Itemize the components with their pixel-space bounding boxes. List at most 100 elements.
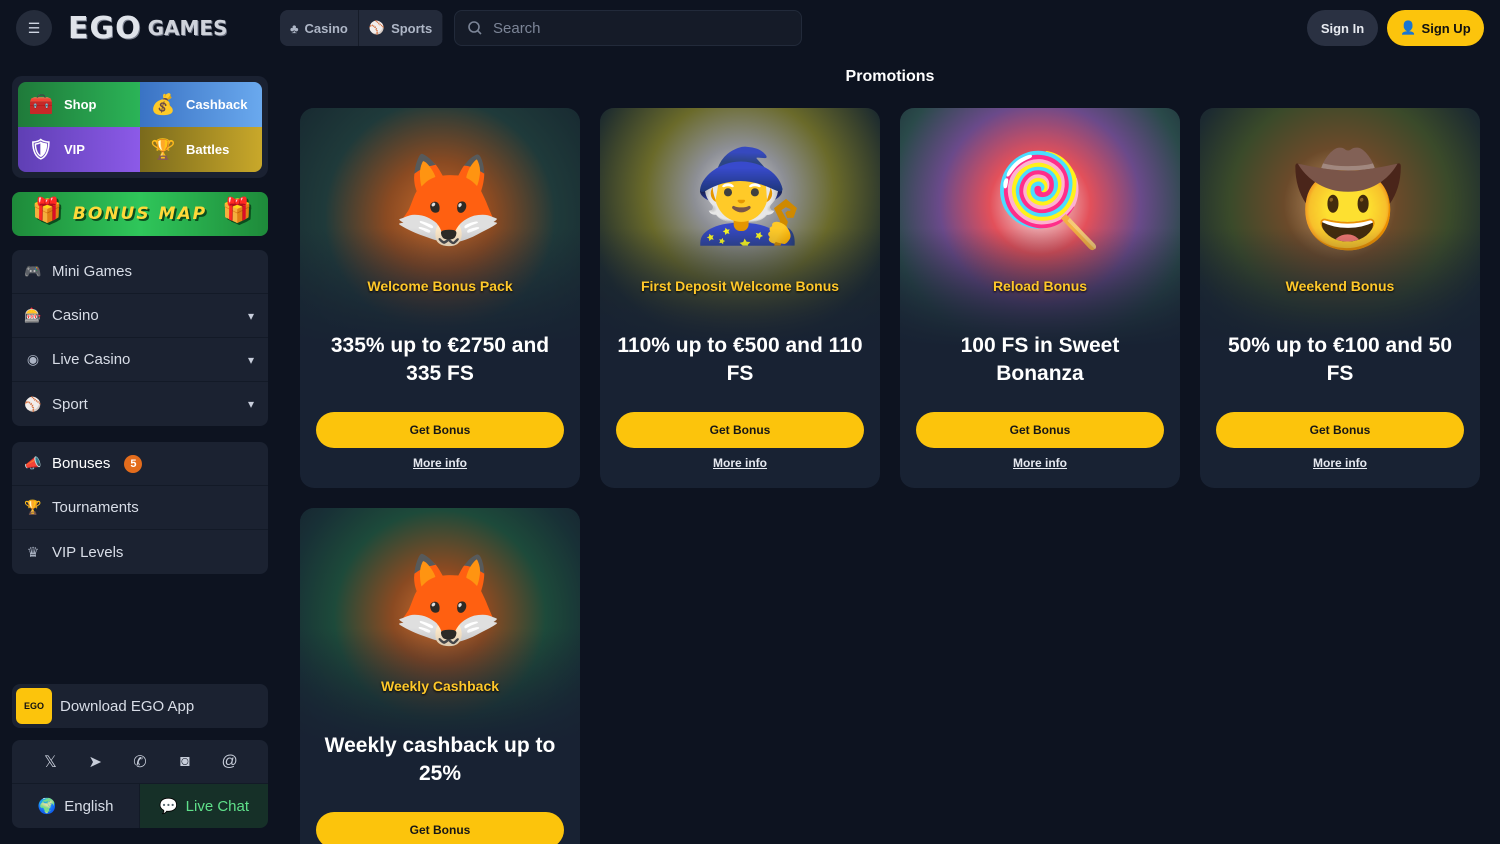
add-user-icon: 👤 (1400, 20, 1417, 35)
social-links: 𝕏 ➤ ✆ ◙ @ (12, 740, 268, 784)
instagram-icon[interactable]: ◙ (173, 753, 197, 771)
sign-in-button[interactable]: Sign In (1307, 10, 1378, 46)
bonus-map-label: BONUS MAP (72, 204, 208, 224)
quick-shop-label: Shop (64, 97, 97, 112)
quick-battles[interactable]: 🏆 Battles (140, 127, 262, 172)
logo-ego-text: EGO (68, 10, 142, 46)
get-bonus-button[interactable]: Get Bonus (1216, 412, 1464, 448)
tab-casino[interactable]: ♣ Casino (280, 10, 359, 46)
app-logo: EGO (16, 688, 52, 724)
nav-primary: 🎮 Mini Games 🎰 Casino ▾ ◉ Live Casino ▾ ⚾ Spor… (12, 250, 268, 426)
promo-category: Reload Bonus (992, 278, 1088, 294)
promo-category: Welcome Bonus Pack (367, 278, 513, 294)
promo-category: Weekly Cashback (380, 678, 500, 694)
quick-cashback[interactable]: 💰 Cashback (140, 82, 262, 127)
casino-icon: 🎰 (24, 307, 42, 323)
sidebar-item-label: Mini Games (52, 263, 133, 280)
chevron-down-icon[interactable]: ▾ (248, 353, 254, 367)
promo-headline: 100 FS in Sweet Bonanza (960, 334, 1120, 385)
whatsapp-icon[interactable]: ✆ (128, 752, 152, 772)
sidebar-item-label: Live Casino (52, 351, 131, 368)
sidebar-item-sport[interactable]: ⚾ Sport ▾ (12, 382, 268, 426)
nav-secondary: 📣 Bonuses 5 🏆 Tournaments ♛ VIP Levels (12, 442, 268, 574)
mode-tabs: ♣ Casino ⚾ Sports (280, 10, 444, 46)
sidebar-item-mini-games[interactable]: 🎮 Mini Games (12, 250, 268, 294)
gamepad-icon: 🎮 (24, 263, 42, 279)
bonuses-count-badge: 5 (124, 454, 143, 473)
promo-headline: 50% up to €100 and 50 FS (1227, 334, 1453, 385)
menu-toggle-button[interactable]: ☰ (16, 10, 52, 46)
chevron-down-icon[interactable]: ▾ (248, 397, 254, 411)
get-bonus-button[interactable]: Get Bonus (916, 412, 1164, 448)
telegram-icon[interactable]: ➤ (83, 752, 107, 772)
logo-games-text: GAMES (147, 16, 228, 40)
promo-card: 🦊 Welcome Bonus Pack 335% up to €2750 an… (300, 108, 580, 488)
promo-category: Weekend Bonus (1285, 278, 1395, 294)
get-bonus-button[interactable]: Get Bonus (316, 412, 564, 448)
bonus-map-banner[interactable]: 🎁 BONUS MAP 🎁 (12, 192, 268, 236)
trophy-icon: 🏆 (24, 499, 42, 515)
tab-sports[interactable]: ⚾ Sports (358, 10, 444, 46)
gift-icon: 🎁 (32, 196, 64, 224)
megaphone-icon: 📣 (24, 455, 42, 471)
quick-battles-label: Battles (186, 142, 230, 157)
more-info-link[interactable]: More info (900, 456, 1180, 470)
sidebar-item-label: VIP Levels (52, 543, 124, 561)
sports-icon: ⚾ (368, 20, 386, 35)
tab-casino-label: Casino (304, 20, 348, 36)
tab-sports-label: Sports (391, 20, 433, 36)
quick-shop[interactable]: 🧰 Shop (18, 82, 140, 127)
more-info-link[interactable]: More info (300, 456, 580, 470)
download-app-button[interactable]: EGO Download EGO App (12, 684, 268, 728)
sidebar-item-casino[interactable]: 🎰 Casino ▾ (12, 294, 268, 338)
sidebar-item-bonuses[interactable]: 📣 Bonuses 5 (12, 442, 268, 486)
sport-icon: ⚾ (24, 395, 42, 412)
sidebar-item-label: Tournaments (52, 499, 139, 516)
promo-category: First Deposit Welcome Bonus (640, 278, 840, 294)
live-casino-icon: ◉ (26, 351, 40, 367)
sidebar-item-label: Sport (52, 395, 88, 413)
site-logo[interactable]: EGO GAMES (68, 10, 228, 46)
page-title: Promotions (845, 68, 935, 85)
globe-icon: 🌍 (37, 798, 57, 815)
live-chat-button[interactable]: 💬 Live Chat (140, 784, 268, 828)
vip-shield-icon: 🛡 (28, 139, 54, 161)
search-box[interactable] (454, 10, 802, 46)
crown-icon: ♛ (26, 543, 40, 560)
chevron-down-icon[interactable]: ▾ (248, 309, 254, 323)
cashback-icon: 💰 (150, 94, 176, 116)
live-chat-label: Live Chat (185, 797, 250, 815)
promo-card: 🦊 Weekly Cashback Weekly cashback up to … (300, 508, 580, 844)
sidebar-item-tournaments[interactable]: 🏆 Tournaments (12, 486, 268, 530)
sign-up-button[interactable]: 👤 Sign Up (1387, 10, 1484, 46)
language-selector[interactable]: 🌍 English (12, 784, 140, 828)
sidebar-footer: 🌍 English 💬 Live Chat (12, 784, 268, 828)
sidebar-item-label: Bonuses (52, 455, 111, 472)
sidebar-item-vip-levels[interactable]: ♛ VIP Levels (12, 530, 268, 574)
search-input[interactable] (493, 19, 793, 37)
promo-headline: 335% up to €2750 and 335 FS (330, 334, 550, 385)
promo-card: 🧙 First Deposit Welcome Bonus 110% up to… (600, 108, 880, 488)
chat-icon: 💬 (158, 798, 178, 815)
x-icon[interactable]: 𝕏 (38, 752, 62, 772)
casino-icon: ♣ (290, 20, 299, 36)
quick-vip[interactable]: 🛡 VIP (18, 127, 140, 172)
sign-up-label: Sign Up (1421, 20, 1471, 36)
get-bonus-button[interactable]: Get Bonus (616, 412, 864, 448)
sidebar-item-live-casino[interactable]: ◉ Live Casino ▾ (12, 338, 268, 382)
get-bonus-button[interactable]: Get Bonus (316, 812, 564, 844)
top-header: ☰ EGO GAMES ♣ Casino ⚾ Sports Sign In 👤 Sig… (0, 0, 1500, 56)
sidebar-item-label: Casino (52, 307, 99, 324)
treasure-chest-icon: 🧰 (28, 94, 54, 116)
more-info-link[interactable]: More info (1200, 456, 1480, 470)
menu-icon: ☰ (27, 19, 41, 36)
promo-headline: 110% up to €500 and 110 FS (617, 334, 863, 385)
more-info-link[interactable]: More info (600, 456, 880, 470)
gift-icon: 🎁 (222, 196, 254, 224)
quick-cashback-label: Cashback (186, 97, 248, 112)
download-app-label: Download EGO App (60, 697, 195, 715)
threads-icon[interactable]: @ (218, 753, 242, 771)
promo-card: 🤠 Weekend Bonus 50% up to €100 and 50 FS… (1200, 108, 1480, 488)
search-icon (468, 21, 482, 35)
promo-card: 🍭 Reload Bonus 100 FS in Sweet Bonanza G… (900, 108, 1180, 488)
